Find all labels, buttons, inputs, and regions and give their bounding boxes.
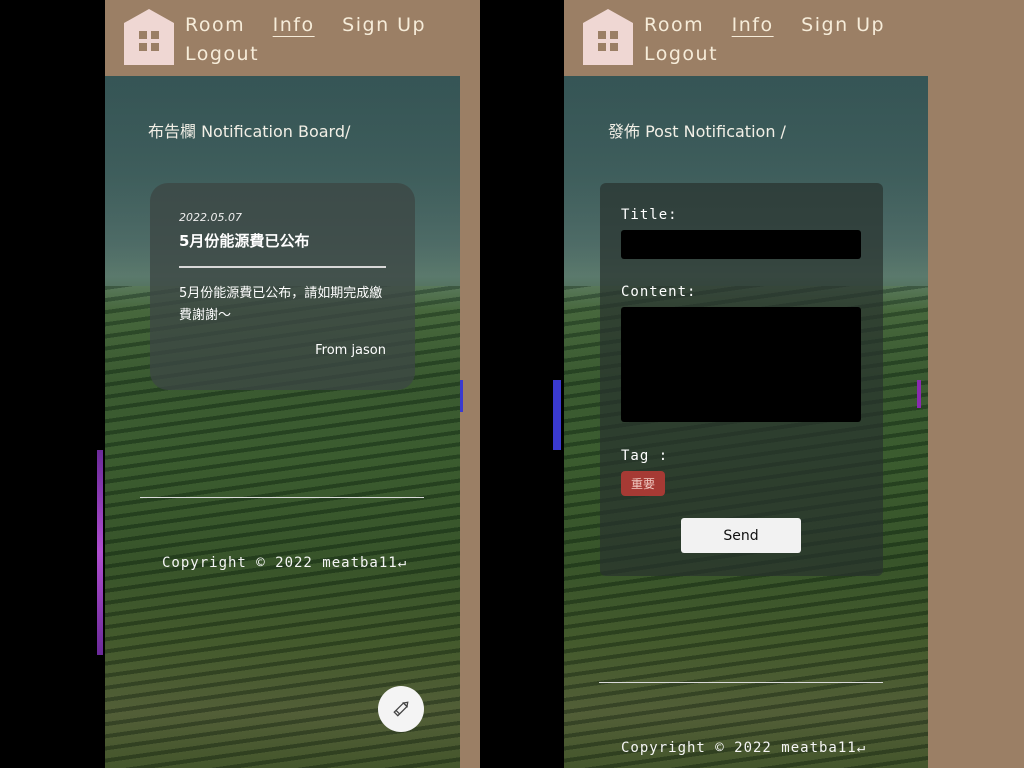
top-nav: Room Info Sign Up Logout (583, 9, 923, 69)
render-artifact (917, 380, 921, 408)
board-title: 布告欄 Notification Board/ (148, 122, 351, 141)
tag-chip[interactable]: 重要 (621, 471, 665, 496)
render-artifact (460, 380, 463, 412)
content-textarea[interactable] (621, 307, 861, 422)
nav-links: Room Info Sign Up Logout (644, 11, 924, 69)
vineyard-background (105, 76, 460, 768)
house-logo-icon[interactable] (583, 9, 633, 65)
house-logo-icon[interactable] (124, 9, 174, 65)
nav-room-link[interactable]: Room (644, 11, 704, 40)
nav-signup-link[interactable]: Sign Up (801, 11, 885, 40)
nav-info-link[interactable]: Info (273, 11, 315, 40)
nav-room-link[interactable]: Room (185, 11, 245, 40)
top-nav: Room Info Sign Up Logout (124, 9, 464, 69)
render-artifact (553, 380, 561, 450)
notice-divider (179, 266, 386, 268)
title-input[interactable] (621, 230, 861, 259)
notification-board-screen: Room Info Sign Up Logout 布告欄 Notificatio… (105, 0, 480, 768)
copyright-text: Copyright © 2022 meatba11↵ (162, 555, 408, 571)
notice-title: 5月份能源費已公布 (179, 232, 310, 250)
footer-divider (140, 497, 424, 498)
notice-card[interactable]: 2022.05.07 5月份能源費已公布 5月份能源費已公布，請如期完成繳費謝謝… (150, 183, 415, 390)
nav-info-link[interactable]: Info (732, 11, 774, 40)
post-title: 發佈 Post Notification / (608, 122, 786, 141)
footer-divider (599, 682, 883, 683)
nav-signup-link[interactable]: Sign Up (342, 11, 426, 40)
nav-links: Room Info Sign Up Logout (185, 11, 465, 69)
title-label: Title: (621, 207, 678, 223)
content-label: Content: (621, 284, 697, 300)
notice-author: From jason (315, 343, 386, 358)
pencil-icon (393, 701, 409, 717)
copyright-text: Copyright © 2022 meatba11↵ (621, 740, 867, 756)
nav-logout-link[interactable]: Logout (185, 40, 259, 69)
tag-label: Tag : (621, 448, 669, 464)
notice-body: 5月份能源費已公布，請如期完成繳費謝謝～ (179, 286, 383, 323)
edit-notice-button[interactable] (378, 686, 424, 732)
render-artifact (97, 450, 103, 655)
post-form: Title: Content: Tag : 重要 Send (600, 183, 883, 576)
post-notification-screen: Room Info Sign Up Logout 發佈 Post Notific… (564, 0, 1024, 768)
nav-logout-link[interactable]: Logout (644, 40, 718, 69)
send-button[interactable]: Send (681, 518, 801, 553)
notice-date: 2022.05.07 (179, 211, 242, 224)
